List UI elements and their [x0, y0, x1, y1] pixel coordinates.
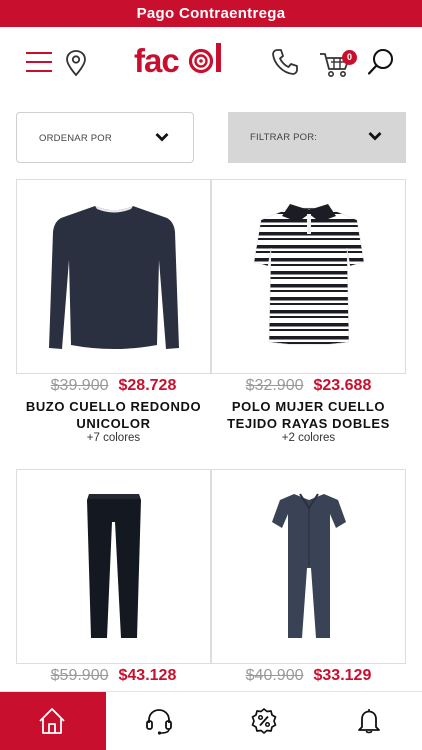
sale-price: $43.128 — [118, 667, 177, 684]
product-image-pants[interactable] — [16, 469, 211, 664]
price-row: $32.900 $23.688 — [211, 377, 406, 395]
sort-label: ORDENAR POR — [39, 133, 112, 144]
polo-image — [253, 204, 365, 346]
onesie-image — [272, 493, 346, 638]
chevron-down-icon — [155, 133, 169, 142]
product-name-line: UNICOLOR — [76, 416, 151, 431]
product-image-polo[interactable] — [211, 179, 406, 374]
sale-price: $28.728 — [118, 377, 177, 394]
filter-label: FILTRAR POR: — [250, 132, 318, 143]
location-pin-icon[interactable] — [64, 49, 88, 77]
old-price: $59.900 — [50, 667, 109, 684]
chevron-down-icon — [368, 132, 382, 141]
nav-support[interactable] — [106, 692, 212, 750]
price-row: $40.900 $33.129 — [211, 667, 406, 685]
bell-icon — [358, 709, 380, 734]
product-image-sweater[interactable] — [16, 179, 211, 374]
sale-price: $33.129 — [313, 667, 372, 684]
phone-icon[interactable] — [270, 47, 300, 77]
headset-icon — [146, 709, 172, 735]
sale-price: $23.688 — [313, 377, 372, 394]
old-price: $39.900 — [50, 377, 109, 394]
discount-icon — [251, 708, 277, 734]
product-image-onesie[interactable] — [211, 469, 406, 664]
nav-notifications[interactable] — [316, 692, 422, 750]
pants-image — [87, 494, 141, 638]
product-name-line: BUZO CUELLO REDONDO — [25, 399, 202, 414]
home-icon — [39, 708, 65, 734]
filter-dropdown[interactable]: FILTRAR POR: — [228, 112, 406, 163]
product-name-line: TEJIDO RAYAS DOBLES — [227, 416, 390, 431]
old-price: $40.900 — [245, 667, 304, 684]
product-name[interactable]: BUZO CUELLO REDONDO UNICOLOR — [16, 398, 211, 432]
price-row: $59.900 $43.128 — [16, 667, 211, 685]
nav-offers[interactable] — [211, 692, 317, 750]
product-name[interactable]: POLO MUJER CUELLO TEJIDO RAYAS DOBLES — [211, 398, 406, 432]
search-icon[interactable] — [366, 47, 396, 77]
sweater-image — [49, 206, 179, 349]
promo-banner: Pago Contraentrega — [0, 0, 422, 27]
bottom-navigation — [0, 691, 422, 750]
product-name-line: POLO MUJER CUELLO — [231, 399, 386, 414]
color-count[interactable]: +7 colores — [16, 432, 211, 444]
facol-logo[interactable]: fac — [134, 41, 230, 81]
sort-dropdown[interactable]: ORDENAR POR — [16, 112, 194, 163]
old-price: $32.900 — [245, 377, 304, 394]
app-header: fac 0 — [0, 27, 422, 100]
price-row: $39.900 $28.728 — [16, 377, 211, 395]
color-count[interactable]: +2 colores — [211, 432, 406, 444]
svg-text:fac: fac — [134, 42, 179, 79]
cart-count-badge: 0 — [342, 50, 357, 65]
nav-home[interactable] — [0, 692, 106, 750]
menu-icon[interactable] — [26, 52, 52, 74]
